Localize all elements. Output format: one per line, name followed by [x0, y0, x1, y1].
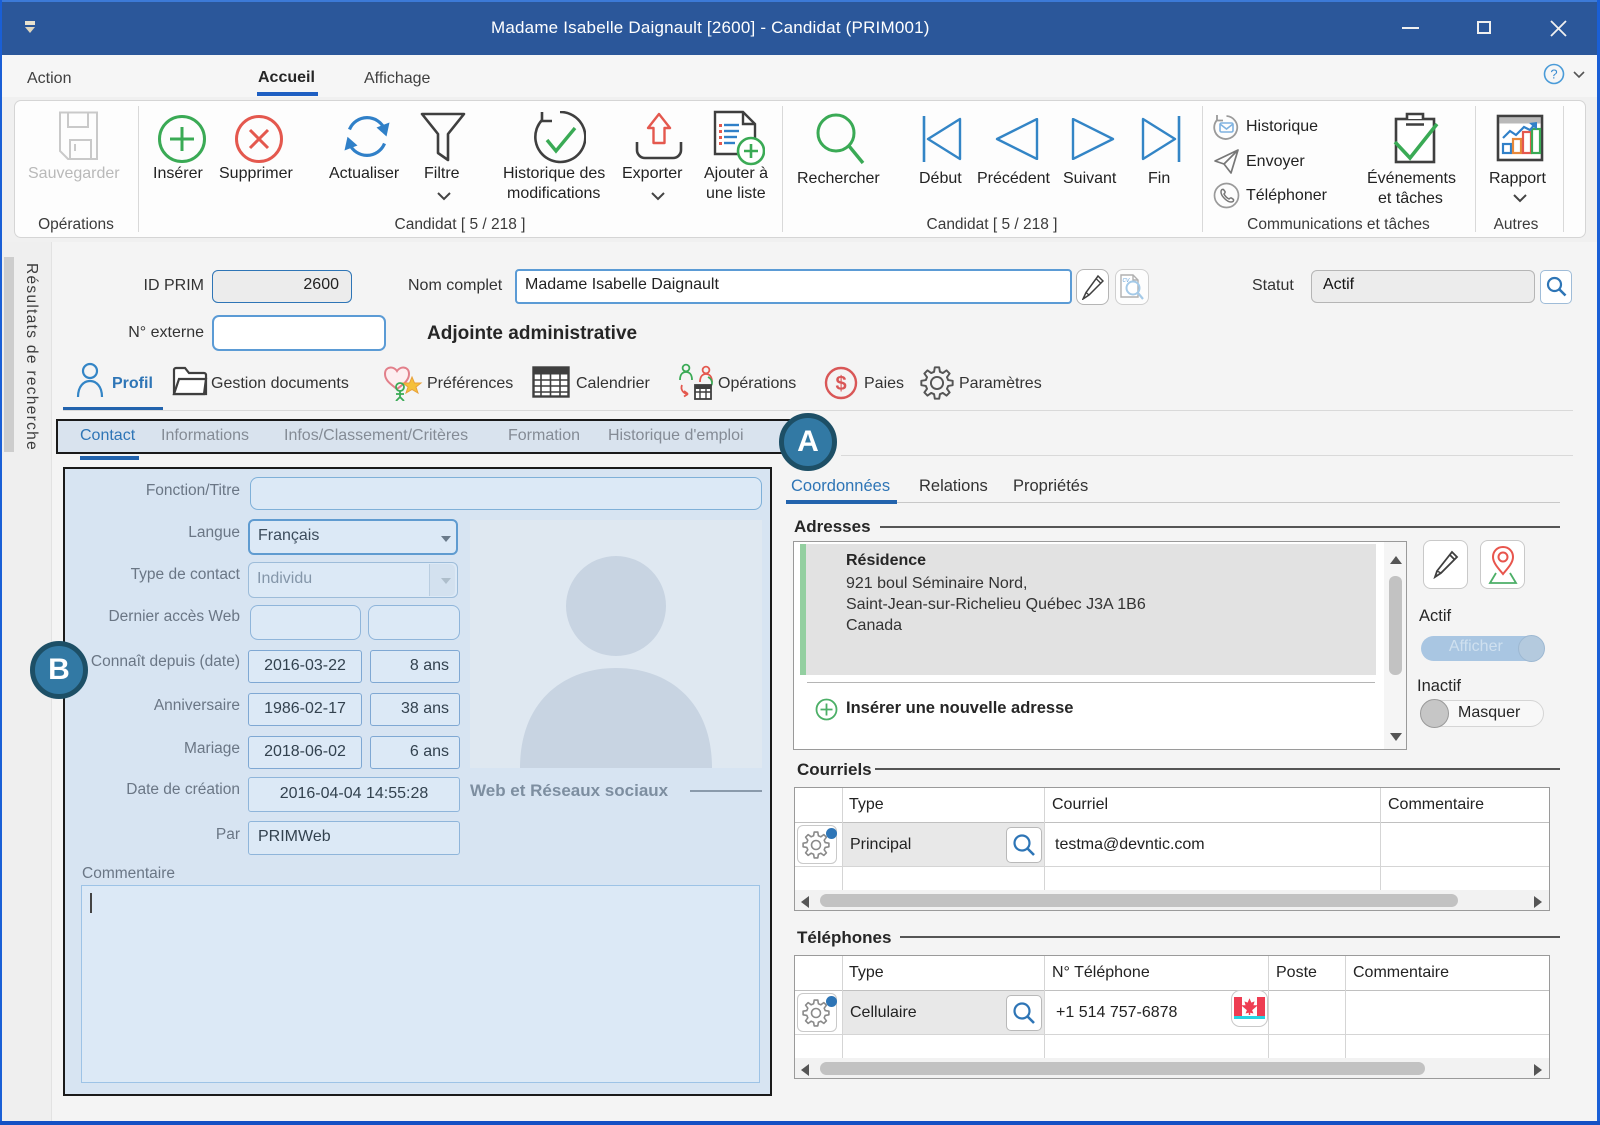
svg-text:$: $ — [835, 373, 846, 395]
svg-text:?: ? — [1550, 67, 1557, 82]
